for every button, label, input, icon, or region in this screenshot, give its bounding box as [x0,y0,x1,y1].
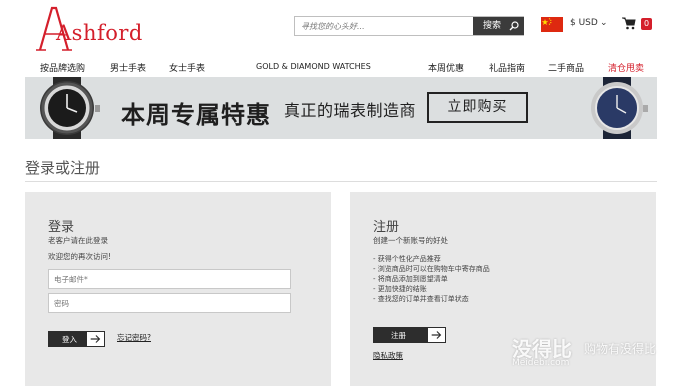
main-nav: 按品牌选购 男士手表 女士手表 GOLD & DIAMOND WATCHES 本… [0,58,700,76]
list-item: - 将商品添加到愿望清单 [373,275,448,283]
search-button[interactable]: 搜索 [473,17,524,35]
nav-item-brands[interactable]: 按品牌选购 [40,61,85,74]
nav-item-mens-watches[interactable]: 男士手表 [110,61,146,74]
login-panel: 登录 老客户请在此登录 欢迎您的再次访问! 登入 忘记密码? [25,192,331,386]
search-box: 搜索 [294,16,524,36]
login-button[interactable]: 登入 [48,331,105,347]
page-title: 登录或注册 [25,159,101,177]
buy-now-button[interactable]: 立即购买 [427,92,528,123]
list-item: - 更加快捷的结账 [373,285,427,293]
banner-title: 本周专属特惠 [121,101,271,129]
privacy-policy-link[interactable]: 隐私政策 [373,350,403,361]
login-welcome: 欢迎您的再次访问! [48,252,112,261]
divider [25,181,657,182]
nav-item-clearance[interactable]: 清仓甩卖 [608,61,644,74]
nav-item-pre-owned[interactable]: 二手商品 [548,61,584,74]
watermark-slogan: 购物有没得比 [584,342,657,356]
register-heading: 注册 [373,220,400,235]
currency-selector[interactable]: $ USD [570,18,598,28]
register-button-label: 注册 [391,331,406,340]
register-subheading: 创建一个新账号的好处 [373,236,448,245]
forgot-password-link[interactable]: 忘记密码? [117,332,151,343]
watch-image-right [591,77,648,139]
arrow-right-icon [86,331,105,347]
search-input[interactable] [295,17,471,35]
list-item: - 浏览商品时可以在购物车中寄存商品 [373,265,490,273]
nav-item-womens-watches[interactable]: 女士手表 [169,61,205,74]
site-header: Ashford 搜索 $ USD ⌄ 0 按品牌选购 男士手表 女士手表 GOL… [0,0,700,76]
china-flag-icon[interactable] [541,17,563,32]
list-item: - 查找您的订单并查看订单状态 [373,295,469,303]
nav-item-gift-guide[interactable]: 礼品指南 [489,61,525,74]
banner-subtitle: 真正的瑞表制造商 [284,101,417,120]
login-button-label: 登入 [62,335,77,344]
watch-image-left [40,77,100,139]
benefits-list: - 获得个性化产品推荐 - 浏览商品时可以在购物车中寄存商品 - 将商品添加到愿… [373,254,490,304]
nav-item-weekly-deals[interactable]: 本周优惠 [428,61,464,74]
list-item: - 获得个性化产品推荐 [373,255,441,263]
chevron-down-icon[interactable]: ⌄ [600,18,608,28]
login-heading: 登录 [48,220,75,235]
cart-count-badge[interactable]: 0 [641,18,652,30]
promo-banner[interactable]: 本周专属特惠 真正的瑞表制造商 立即购买 [25,77,657,139]
arrow-right-icon [427,327,446,343]
email-field[interactable] [48,269,291,289]
cart-icon[interactable] [622,17,636,30]
search-icon [509,21,519,31]
login-subheading: 老客户请在此登录 [48,236,108,245]
password-field[interactable] [48,293,291,313]
watermark-url: Meidebi.com [512,358,570,368]
search-button-label: 搜索 [483,21,502,31]
logo-text[interactable]: Ashford [56,21,143,45]
register-button[interactable]: 注册 [373,327,446,343]
nav-item-gold-diamond[interactable]: GOLD & DIAMOND WATCHES [256,62,371,71]
